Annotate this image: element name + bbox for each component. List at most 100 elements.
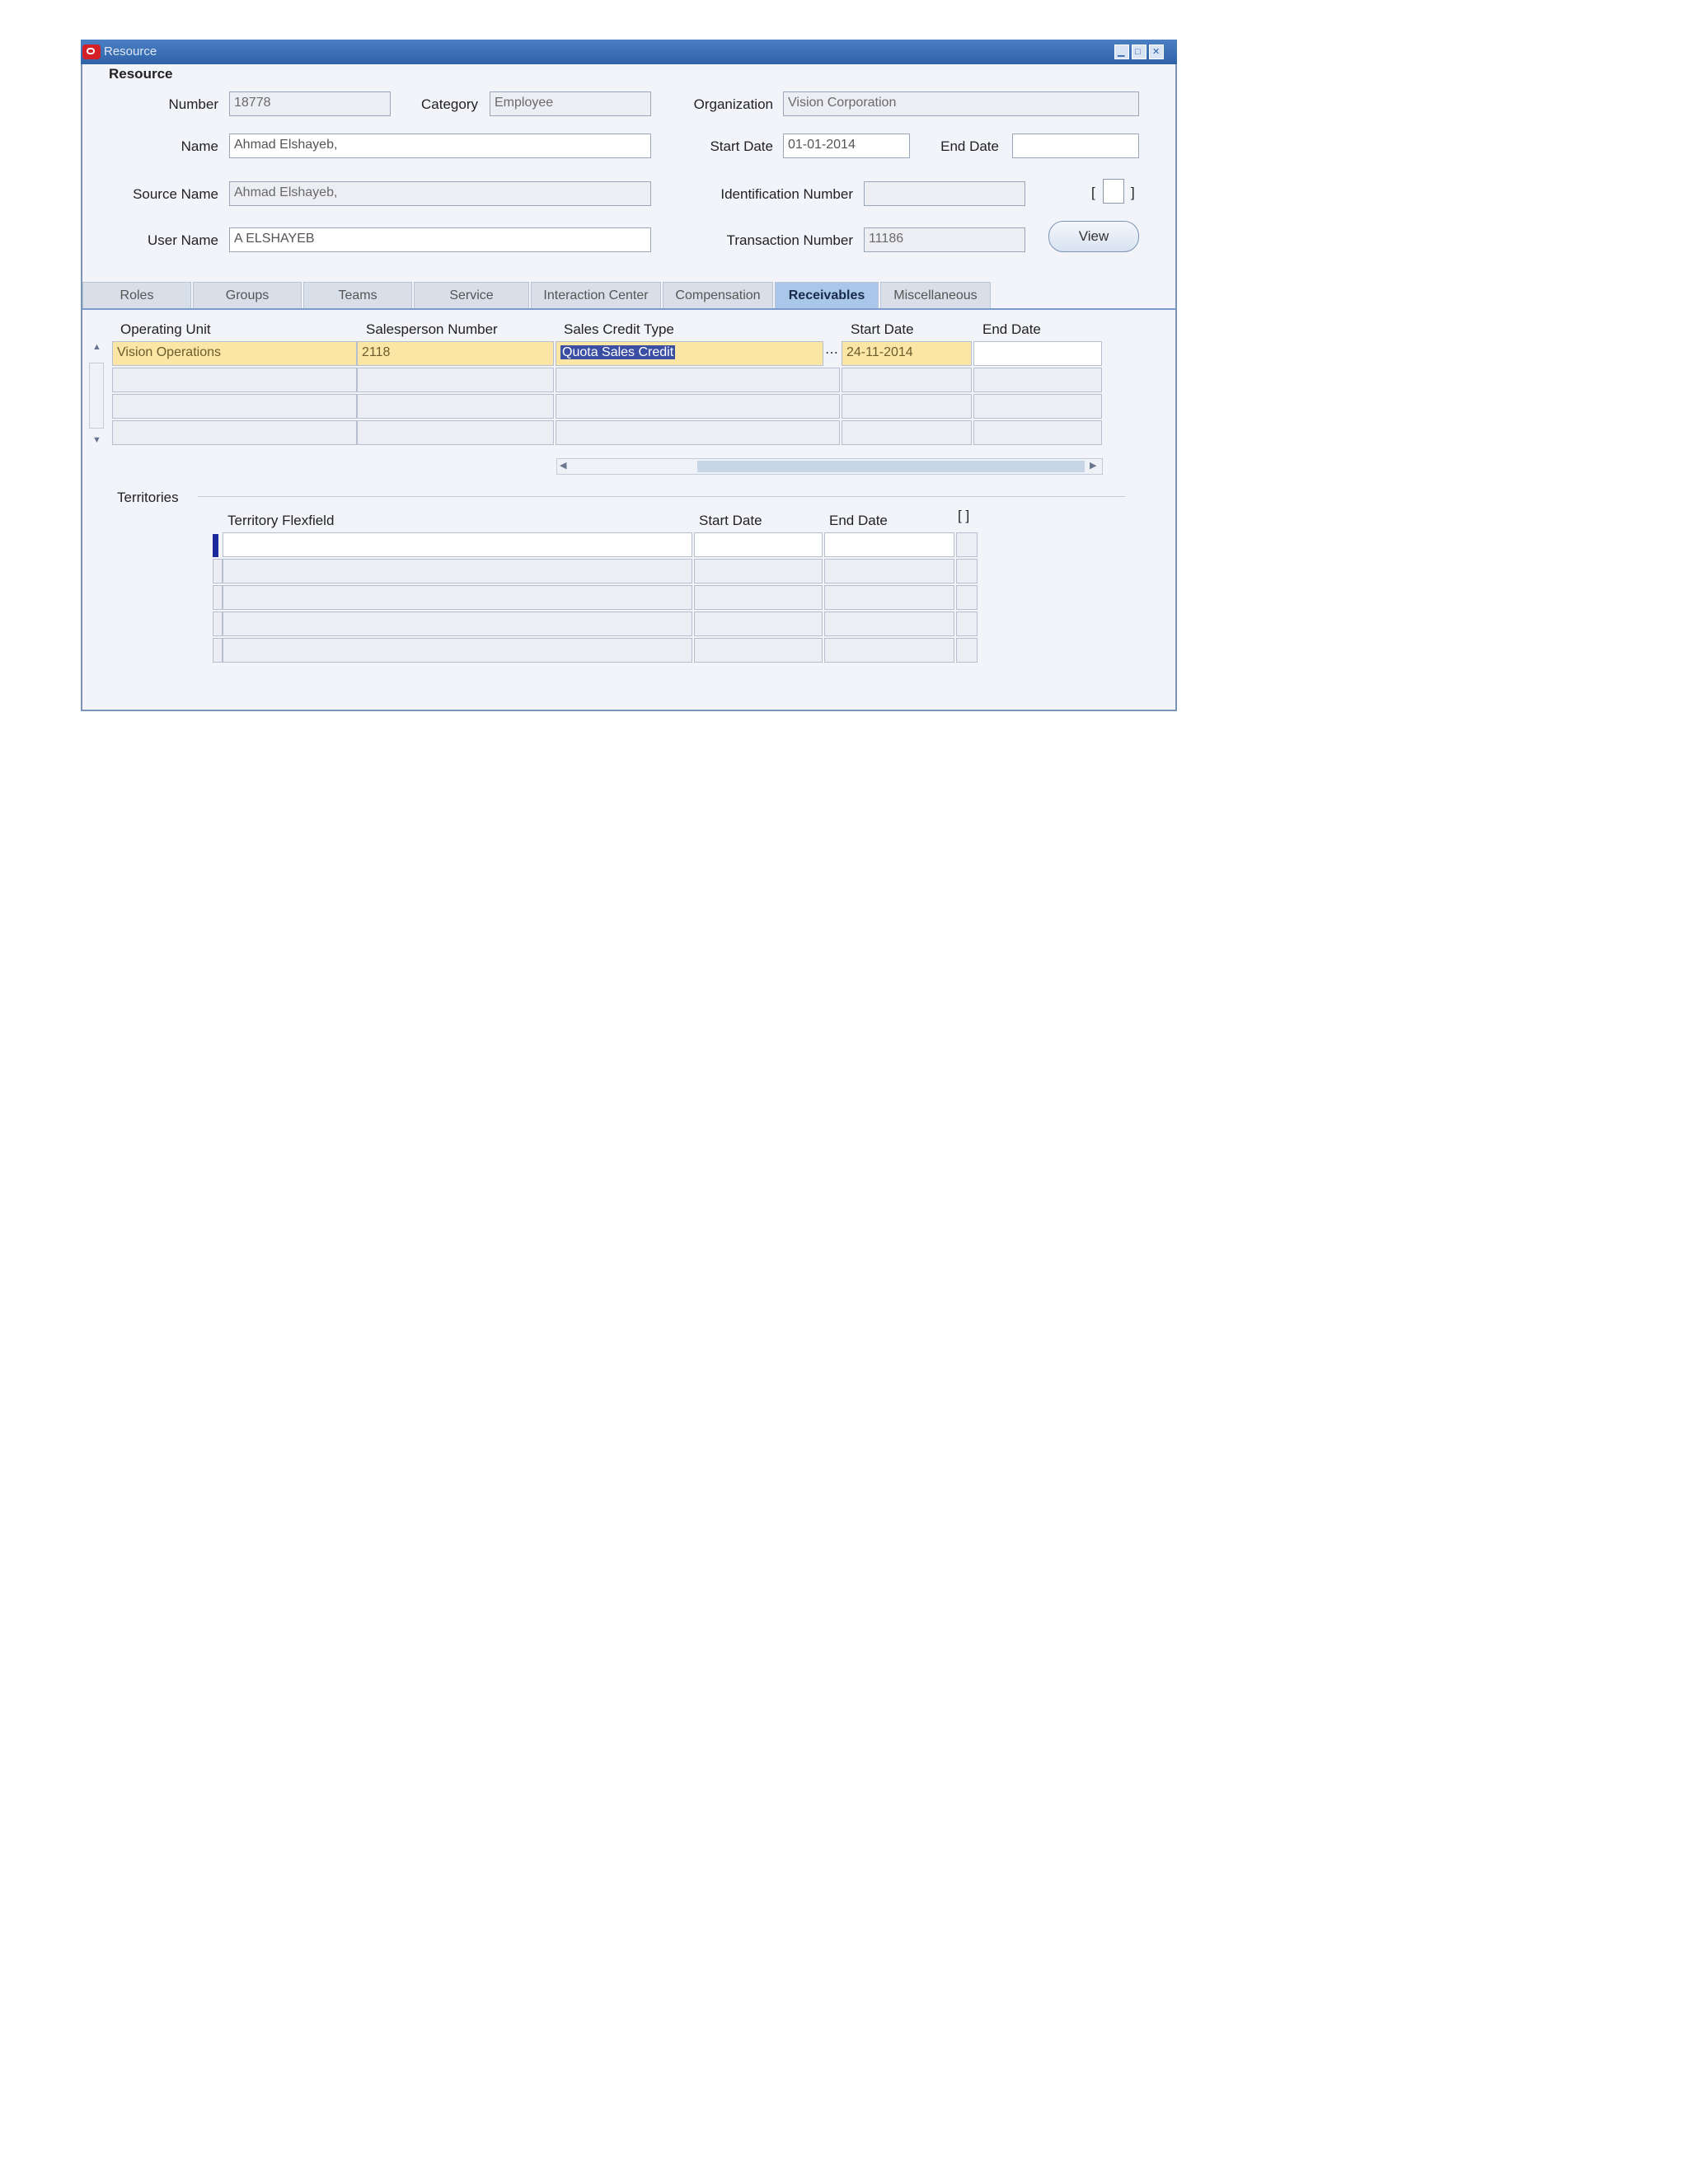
table-cell-salesperson-number[interactable]: 2118	[357, 341, 554, 366]
territory-cell-flexfield[interactable]	[223, 532, 692, 557]
territory-row-marker[interactable]	[213, 585, 223, 610]
scroll-left-icon[interactable]: ◀	[560, 460, 566, 471]
sales-credit-type-selected-text: Quota Sales Credit	[560, 345, 676, 359]
territory-cell-end-date[interactable]	[824, 585, 954, 610]
source-name-label: Source Name	[133, 186, 218, 202]
col-operating-unit: Operating Unit	[120, 321, 211, 337]
tab-compensation[interactable]: Compensation	[663, 282, 773, 308]
end-date-label: End Date	[940, 138, 999, 154]
scroll-up-icon[interactable]: ▲	[92, 342, 101, 352]
table-cell-empty[interactable]	[973, 368, 1102, 392]
organization-field[interactable]: Vision Corporation	[783, 91, 1139, 116]
table-cell-empty[interactable]	[842, 368, 972, 392]
window-title-bar[interactable]: Resource ▁ □ ✕	[81, 40, 1177, 64]
territory-cell-start-date[interactable]	[694, 532, 823, 557]
col-end-date: End Date	[982, 321, 1041, 337]
category-label: Category	[421, 96, 478, 112]
tab-receivables[interactable]: Receivables	[775, 282, 879, 308]
table-cell-empty[interactable]	[357, 420, 554, 445]
tab-teams[interactable]: Teams	[303, 282, 412, 308]
oracle-app-icon	[82, 45, 101, 59]
user-name-field[interactable]: A ELSHAYEB	[229, 227, 651, 252]
table-cell-empty[interactable]	[842, 394, 972, 419]
territory-cell-end-date[interactable]	[824, 532, 954, 557]
territory-row-marker[interactable]	[213, 638, 223, 663]
territory-cell-end-date[interactable]	[824, 638, 954, 663]
table-cell-empty[interactable]	[112, 394, 357, 419]
territory-row-marker[interactable]	[213, 559, 223, 583]
table-cell-empty[interactable]	[556, 420, 840, 445]
minimize-icon[interactable]: ▁	[1114, 45, 1129, 59]
territory-cell-flag[interactable]	[956, 612, 978, 636]
territory-cell-start-date[interactable]	[694, 559, 823, 583]
table-cell-sales-credit-type[interactable]: Quota Sales Credit	[556, 341, 823, 366]
territory-cell-start-date[interactable]	[694, 638, 823, 663]
table-cell-start-date[interactable]: 24-11-2014	[842, 341, 972, 366]
tab-groups[interactable]: Groups	[193, 282, 302, 308]
territory-cell-start-date[interactable]	[694, 612, 823, 636]
tab-miscellaneous[interactable]: Miscellaneous	[880, 282, 991, 308]
territory-cell-flexfield[interactable]	[223, 559, 692, 583]
col-sales-credit-type: Sales Credit Type	[564, 321, 674, 337]
table-cell-empty[interactable]	[112, 368, 357, 392]
territories-separator	[198, 496, 1125, 497]
close-icon[interactable]: ✕	[1149, 45, 1164, 59]
territory-cell-end-date[interactable]	[824, 612, 954, 636]
table-cell-empty[interactable]	[556, 394, 840, 419]
col-salesperson-number: Salesperson Number	[366, 321, 498, 337]
territory-cell-start-date[interactable]	[694, 585, 823, 610]
territory-cell-flag[interactable]	[956, 532, 978, 557]
end-date-field[interactable]	[1012, 134, 1139, 158]
user-name-label: User Name	[148, 232, 218, 248]
col-territory-start-date: Start Date	[699, 513, 762, 528]
source-name-field[interactable]: Ahmad Elshayeb,	[229, 181, 651, 206]
list-of-values-icon[interactable]: ⋯	[825, 344, 838, 361]
current-record-indicator	[213, 534, 218, 557]
tab-interaction-center[interactable]: Interaction Center	[531, 282, 661, 308]
view-button[interactable]: View	[1048, 221, 1139, 252]
territory-cell-flag[interactable]	[956, 559, 978, 583]
table-cell-empty[interactable]	[973, 394, 1102, 419]
territory-cell-flag[interactable]	[956, 585, 978, 610]
window-title: Resource	[104, 45, 157, 59]
table-cell-empty[interactable]	[357, 394, 554, 419]
territory-cell-end-date[interactable]	[824, 559, 954, 583]
identification-number-label: Identification Number	[720, 186, 853, 202]
resource-checkbox[interactable]	[1103, 179, 1124, 204]
table-cell-empty[interactable]	[556, 368, 840, 392]
table-cell-empty[interactable]	[112, 420, 357, 445]
organization-label: Organization	[693, 96, 773, 112]
vertical-scrollbar[interactable]	[89, 363, 104, 429]
number-field[interactable]: 18778	[229, 91, 391, 116]
start-date-field[interactable]: 01-01-2014	[783, 134, 910, 158]
identification-number-field[interactable]	[864, 181, 1025, 206]
number-label: Number	[168, 96, 218, 112]
scroll-right-icon[interactable]: ▶	[1090, 460, 1096, 471]
start-date-label: Start Date	[710, 138, 773, 154]
name-label: Name	[181, 138, 218, 154]
checkbox-bracket-right: ]	[1131, 185, 1135, 200]
col-territory-flexfield: Territory Flexfield	[227, 513, 335, 528]
horizontal-scrollbar[interactable]: ◀ ▶	[556, 458, 1103, 475]
scrollbar-thumb[interactable]	[697, 461, 1085, 472]
territory-cell-flag[interactable]	[956, 638, 978, 663]
territory-row-marker[interactable]	[213, 612, 223, 636]
territory-cell-flexfield[interactable]	[223, 612, 692, 636]
name-field[interactable]: Ahmad Elshayeb,	[229, 134, 651, 158]
table-cell-empty[interactable]	[973, 420, 1102, 445]
scroll-down-icon[interactable]: ▼	[92, 435, 101, 445]
territory-cell-flexfield[interactable]	[223, 585, 692, 610]
territory-cell-flexfield[interactable]	[223, 638, 692, 663]
territory-bracket: [ ]	[958, 508, 970, 523]
resource-section-title: Resource	[109, 66, 173, 82]
table-cell-empty[interactable]	[357, 368, 554, 392]
maximize-icon[interactable]: □	[1132, 45, 1146, 59]
category-field[interactable]: Employee	[490, 91, 651, 116]
table-cell-operating-unit[interactable]: Vision Operations	[112, 341, 357, 366]
table-cell-empty[interactable]	[842, 420, 972, 445]
table-cell-end-date[interactable]	[973, 341, 1102, 366]
tab-roles[interactable]: Roles	[82, 282, 191, 308]
tab-service[interactable]: Service	[414, 282, 529, 308]
transaction-number-field[interactable]: 11186	[864, 227, 1025, 252]
territories-label: Territories	[117, 490, 184, 506]
